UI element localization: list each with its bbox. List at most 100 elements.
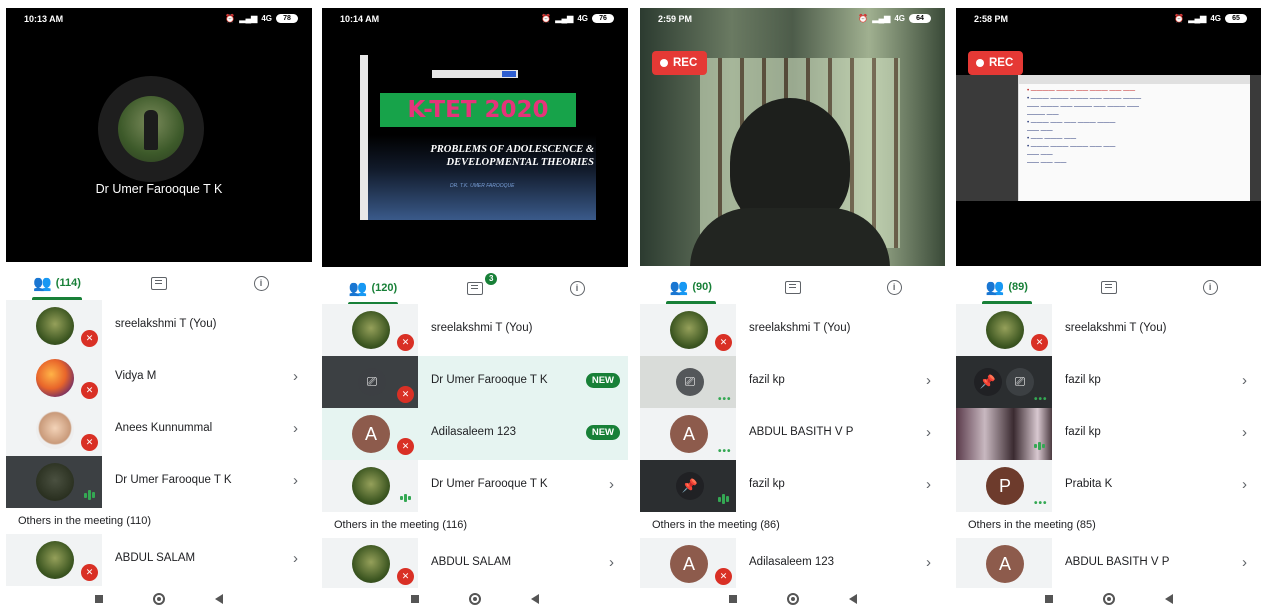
recents-button[interactable] (411, 595, 419, 603)
more-dots-icon: ••• (718, 446, 732, 457)
chevron-right-icon[interactable]: › (926, 424, 931, 441)
avatar (670, 311, 708, 349)
speaking-icon (718, 494, 729, 504)
chat-badge: 3 (485, 273, 498, 285)
list-item[interactable]: 📌 ⎚ ••• fazil kp › (956, 356, 1261, 408)
list-item[interactable]: A ✕ Adilasaleem 123 NEW (322, 408, 628, 460)
tab-info[interactable]: i (526, 267, 628, 309)
back-button[interactable] (1164, 594, 1173, 604)
list-item[interactable]: ✕ sreelakshmi T (You) (322, 304, 628, 356)
tab-people[interactable]: 👥 (89) (956, 266, 1058, 308)
status-icons: ⏰ ▂▄▆ 4G 76 (541, 14, 614, 23)
list-item[interactable]: A ✕ Adilasaleem 123 › (640, 538, 945, 590)
participant-name: ABDUL BASITH V P (1065, 556, 1170, 568)
chevron-right-icon[interactable]: › (293, 550, 298, 567)
list-item[interactable]: P ••• Prabita K › (956, 460, 1261, 512)
signal-icon: ▂▄▆ (1188, 14, 1207, 23)
back-button[interactable] (531, 594, 539, 604)
list-item[interactable]: ⎚ ✕ Dr Umer Farooque T K NEW (322, 356, 628, 408)
network-label: 4G (261, 14, 272, 23)
list-item[interactable]: ⎚ ••• fazil kp › (640, 356, 945, 408)
mic-off-icon: ✕ (1031, 334, 1048, 351)
participant-name: ABDUL SALAM (431, 556, 512, 568)
list-item[interactable]: ✕ ABDUL SALAM › (6, 534, 312, 586)
chevron-right-icon[interactable]: › (293, 472, 298, 489)
tab-info[interactable]: i (843, 266, 945, 308)
mic-off-icon: ✕ (81, 330, 98, 347)
tab-people[interactable]: 👥 (90) (640, 266, 742, 308)
note-line: —— ——— —— ——— —— ——— —— (1027, 104, 1140, 108)
back-button[interactable] (848, 594, 857, 604)
video-stage[interactable]: 10:13 AM ⏰ ▂▄▆ 4G 78 Dr Umer Farooque T … (6, 8, 312, 262)
people-icon: 👥 (33, 274, 52, 292)
list-item[interactable]: Dr Umer Farooque T K › (322, 460, 628, 512)
chat-icon (1100, 280, 1117, 294)
home-button[interactable] (153, 593, 165, 605)
list-item[interactable]: A ABDUL BASITH V P › (956, 538, 1261, 590)
chevron-right-icon[interactable]: › (609, 476, 614, 493)
list-item[interactable]: A ••• ABDUL BASITH V P › (640, 408, 945, 460)
present-screen-icon: ⎚ (1006, 368, 1034, 396)
note-line: • ———— ——— —— ——— —— —— (1027, 88, 1136, 92)
chevron-right-icon[interactable]: › (293, 368, 298, 385)
back-button[interactable] (215, 594, 223, 604)
video-stage[interactable]: 10:14 AM ⏰ ▂▄▆ 4G 76 K-TET 2020 PROBLEMS… (322, 8, 628, 267)
chevron-right-icon[interactable]: › (926, 476, 931, 493)
note-line: • ——— ——— ——— —— —— (1027, 144, 1116, 148)
tab-chat[interactable] (108, 262, 210, 304)
participant-name: Dr Umer Farooque T K (431, 478, 548, 490)
list-item[interactable]: ✕ sreelakshmi T (You) (640, 304, 945, 356)
chevron-right-icon[interactable]: › (609, 554, 614, 571)
presenter-avatar (118, 96, 184, 162)
list-item[interactable]: ✕ Vidya M › (6, 352, 312, 404)
video-stage[interactable]: • ———— ——— —— ——— —— —— • ——— ——— ——— ——… (956, 8, 1261, 266)
note-line: • —— ——— —— (1027, 136, 1077, 140)
recording-indicator: REC (652, 51, 708, 75)
tab-chat[interactable] (1058, 266, 1160, 308)
meeting-tabs: 👥 (89) i (956, 266, 1261, 308)
list-item[interactable]: ✕ sreelakshmi T (You) (956, 304, 1261, 356)
tab-info[interactable]: i (210, 262, 312, 304)
system-navbar (640, 588, 945, 610)
tab-chat[interactable]: 3 (424, 267, 526, 309)
chat-icon (151, 276, 167, 290)
recents-button[interactable] (728, 595, 737, 603)
chat-icon (784, 280, 801, 294)
video-stage[interactable]: 2:59 PM ⏰ ▂▄▆ 4G 64 REC (640, 8, 945, 266)
home-button[interactable] (469, 593, 481, 605)
tab-chat[interactable] (742, 266, 844, 308)
chevron-right-icon[interactable]: › (1242, 476, 1247, 493)
chevron-right-icon[interactable]: › (1242, 424, 1247, 441)
home-button[interactable] (1102, 593, 1115, 605)
slide-subtitle: PROBLEMS OF ADOLESCENCE & DEVELOPMENTAL … (430, 144, 594, 168)
participant-name: Adilasaleem 123 (431, 426, 517, 438)
chevron-right-icon[interactable]: › (293, 420, 298, 437)
list-item[interactable]: fazil kp › (956, 408, 1261, 460)
speaking-icon (84, 490, 95, 500)
recents-button[interactable] (95, 595, 103, 603)
chevron-right-icon[interactable]: › (1242, 554, 1247, 571)
person-body (690, 208, 890, 266)
chevron-right-icon[interactable]: › (1242, 372, 1247, 389)
chevron-right-icon[interactable]: › (926, 372, 931, 389)
recents-button[interactable] (1044, 595, 1053, 603)
avatar (36, 463, 74, 501)
tab-people[interactable]: 👥 (114) (6, 262, 108, 304)
home-button[interactable] (786, 593, 799, 605)
list-item[interactable]: Dr Umer Farooque T K › (6, 456, 312, 508)
slide-title: K-TET 2020 (407, 97, 549, 123)
people-count: (120) (371, 282, 398, 294)
tab-info[interactable]: i (1159, 266, 1261, 308)
list-item[interactable]: ✕ Anees Kunnummal › (6, 404, 312, 456)
alarm-icon: ⏰ (1174, 14, 1185, 23)
list-item[interactable]: ✕ sreelakshmi T (You) (6, 300, 312, 352)
tab-people[interactable]: 👥 (120) (322, 267, 424, 309)
participant-name: sreelakshmi T (You) (115, 318, 217, 330)
chevron-right-icon[interactable]: › (926, 554, 931, 571)
status-bar: 10:13 AM ⏰ ▂▄▆ 4G 78 (6, 8, 312, 30)
list-item[interactable]: ✕ ABDUL SALAM › (322, 538, 628, 590)
participant-list: ✕ sreelakshmi T (You) ⎚ ✕ Dr Umer Farooq… (322, 304, 628, 590)
record-dot-icon (976, 59, 984, 67)
participant-name: Vidya M (115, 370, 157, 382)
list-item[interactable]: 📌 fazil kp › (640, 460, 945, 512)
